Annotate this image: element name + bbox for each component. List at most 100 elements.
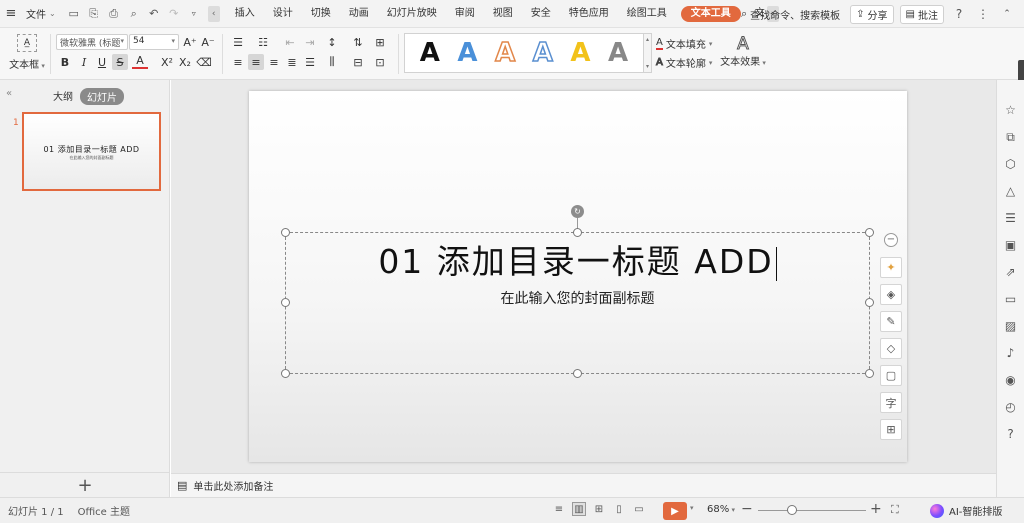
rotate-handle-icon[interactable]: ↻	[571, 205, 584, 218]
justify-icon[interactable]: ≣	[284, 54, 300, 70]
command-search[interactable]: ⌕ 查找命令、搜索模板	[741, 7, 840, 22]
line-spacing-icon[interactable]: ↕	[324, 34, 340, 50]
presenter-view-icon[interactable]: ▭	[632, 502, 646, 516]
settings-sliders-icon[interactable]: ☰	[1003, 210, 1019, 226]
smart-beautify-icon[interactable]: ✦	[880, 257, 902, 278]
speaker-icon[interactable]: ♪	[1003, 345, 1019, 361]
chevron-down-icon[interactable]: ▾	[646, 63, 649, 70]
picture-icon[interactable]: ▨	[1003, 318, 1019, 334]
increase-indent-icon[interactable]: ⇥	[302, 34, 318, 50]
normal-view-icon[interactable]: ▥	[572, 502, 586, 516]
collapse-ribbon-icon[interactable]: ⌃	[998, 5, 1016, 23]
slide-title[interactable]: 01 添加目录一标题 ADD	[285, 235, 870, 283]
slide[interactable]: ↻ 01 添加目录一标题 ADD 在此输入您的封面副标题	[249, 91, 907, 462]
underline-button[interactable]: U	[94, 54, 110, 70]
tabs-scroll-left-button[interactable]: ‹	[207, 5, 220, 22]
print-icon[interactable]: ⎙	[106, 6, 122, 22]
save-icon[interactable]: ▭	[66, 6, 82, 22]
reading-view-icon[interactable]: ▯	[612, 502, 626, 516]
text-style-yellow[interactable]: A	[570, 40, 590, 66]
edge-handle[interactable]	[1018, 60, 1024, 82]
superscript-button[interactable]: X²	[159, 54, 175, 70]
zoom-slider-track[interactable]	[758, 510, 866, 511]
copy-icon[interactable]: ⧉	[1003, 129, 1019, 145]
tab-features[interactable]: 特色应用	[560, 0, 618, 28]
font-icon[interactable]: 字	[880, 392, 902, 413]
border-icon[interactable]: ▢	[880, 365, 902, 386]
slide-title-text[interactable]: 01 添加目录一标题 ADD	[378, 242, 773, 281]
collapse-toolbar-icon[interactable]: −	[884, 233, 898, 247]
slide-subtitle[interactable]: 在此输入您的封面副标题	[285, 288, 870, 308]
menu-icon[interactable]: ≡	[0, 0, 22, 28]
help-circle-icon[interactable]: ?	[1003, 426, 1019, 442]
smartart-icon[interactable]: ⊡	[372, 54, 388, 70]
resize-handle-bottom-right[interactable]	[865, 369, 874, 378]
textbox-button[interactable]: A̲ 文本框 ▾	[8, 34, 46, 74]
tab-security[interactable]: 安全	[522, 0, 560, 28]
bullet-list-icon[interactable]: ☰	[230, 34, 246, 50]
customize-icon[interactable]: ▿	[186, 6, 202, 22]
badge-icon[interactable]: ◉	[1003, 372, 1019, 388]
text-style-blue-outline[interactable]: A	[532, 39, 554, 67]
text-style-gallery-scroll[interactable]: ▴ ▾	[644, 33, 652, 73]
share-button[interactable]: ⇪ 分享	[850, 4, 894, 24]
chevron-up-icon[interactable]: ▴	[646, 36, 649, 43]
text-style-gray-gradient[interactable]: A	[608, 40, 628, 66]
image-edit-icon[interactable]: ▣	[1003, 237, 1019, 253]
align-left-icon[interactable]: ≡	[230, 54, 246, 70]
tab-review[interactable]: 审阅	[446, 0, 484, 28]
align-right-icon[interactable]: ≡	[266, 54, 282, 70]
text-outline-button[interactable]: A 文本轮廓 ▾	[656, 55, 713, 71]
slide-sorter-icon[interactable]: ⊞	[592, 502, 606, 516]
distribute-icon[interactable]: ☰	[302, 54, 318, 70]
text-effect-button[interactable]: A 文本效果 ▾	[720, 35, 766, 68]
decrease-indent-icon[interactable]: ⇤	[282, 34, 298, 50]
text-style-orange-outline[interactable]: A	[494, 39, 516, 67]
play-slideshow-button[interactable]: ▶	[663, 502, 687, 520]
add-slide-button[interactable]: +	[0, 472, 170, 497]
notes-bar[interactable]: ▤ 单击此处添加备注	[171, 473, 996, 497]
tab-slideshow[interactable]: 幻灯片放映	[378, 0, 446, 28]
font-size-select[interactable]: 54 ▾	[129, 34, 179, 50]
numbered-list-icon[interactable]: ☷	[255, 34, 271, 50]
tab-view[interactable]: 视图	[484, 0, 522, 28]
print-preview-icon[interactable]: ⌕	[126, 6, 142, 22]
tab-text-tools[interactable]: 文本工具	[680, 5, 741, 22]
more-tools-icon[interactable]: ⊞	[880, 419, 902, 440]
subscript-button[interactable]: X₂	[177, 54, 193, 70]
zoom-level[interactable]: 68% ▾	[707, 504, 735, 515]
more-icon[interactable]: ⋮	[974, 5, 992, 23]
font-color-button[interactable]: A	[132, 54, 148, 69]
italic-button[interactable]: I	[76, 54, 92, 70]
file-menu[interactable]: 文件 ⌄	[22, 6, 60, 21]
ai-layout-button[interactable]: AI-智能排版	[930, 503, 1002, 518]
decrease-font-icon[interactable]: A⁻	[200, 34, 216, 50]
bold-button[interactable]: B	[57, 54, 73, 70]
text-fill-button[interactable]: A 文本填充 ▾	[656, 36, 712, 51]
theme-name[interactable]: Office 主题	[78, 503, 130, 518]
tab-drawing-tools[interactable]: 绘图工具	[618, 0, 676, 28]
triangle-icon[interactable]: △	[1003, 183, 1019, 199]
zoom-slider-knob[interactable]	[787, 505, 797, 515]
columns-icon[interactable]: ⫼	[324, 54, 340, 70]
fit-window-icon[interactable]: ⛶	[891, 503, 899, 517]
text-style-blue[interactable]: A	[457, 40, 477, 66]
zoom-in-button[interactable]: +	[870, 501, 882, 517]
export-pdf-icon[interactable]: ⎘	[86, 6, 102, 22]
collapse-panel-icon[interactable]: «	[6, 88, 12, 99]
fill-icon[interactable]: ◇	[880, 338, 902, 359]
resize-handle-bottom[interactable]	[573, 369, 582, 378]
history-icon[interactable]: ◴	[1003, 399, 1019, 415]
share-out-icon[interactable]: ⇗	[1003, 264, 1019, 280]
comment-button[interactable]: ▤ 批注	[899, 4, 944, 24]
font-name-select[interactable]: 微软雅黑 (标题 ▾	[56, 34, 128, 50]
help-icon[interactable]: ?	[950, 5, 968, 23]
shapes-icon[interactable]: ⬡	[1003, 156, 1019, 172]
align-center-icon[interactable]: ≡	[248, 54, 264, 70]
redo-icon[interactable]: ↷	[166, 6, 182, 22]
tab-transition[interactable]: 切换	[302, 0, 340, 28]
star-icon[interactable]: ☆	[1003, 102, 1019, 118]
text-direction-icon[interactable]: ⇅	[350, 34, 366, 50]
clear-format-icon[interactable]: ⌫	[196, 54, 212, 70]
text-style-black[interactable]: A	[420, 40, 440, 66]
